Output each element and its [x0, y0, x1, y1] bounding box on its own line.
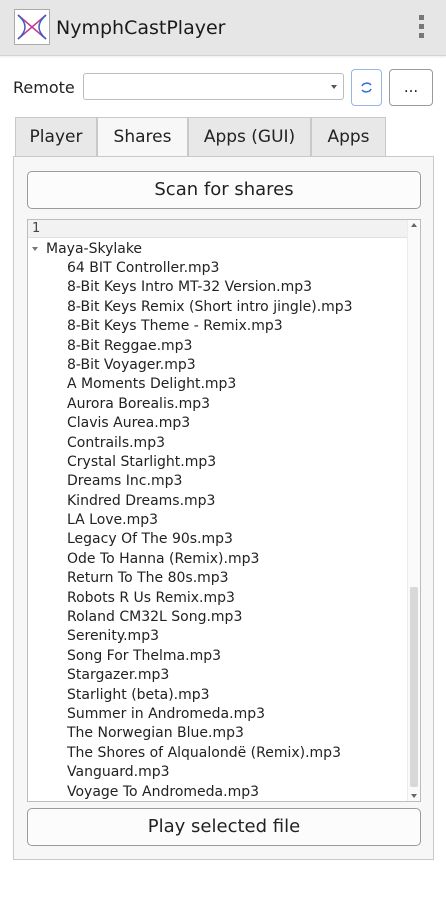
file-list-item[interactable]: Voyage To Andromeda.mp3 — [67, 783, 353, 801]
file-list-item[interactable]: 8-Bit Keys Theme - Remix.mp3 — [67, 317, 353, 336]
file-list-item[interactable]: 8-Bit Voyager.mp3 — [67, 356, 353, 375]
title-bar: NymphCastPlayer — [0, 0, 446, 56]
file-list-item[interactable]: 8-Bit Keys Intro MT-32 Version.mp3 — [67, 278, 353, 297]
file-list-item[interactable]: Aurora Borealis.mp3 — [67, 395, 353, 414]
file-list-item[interactable]: Serenity.mp3 — [67, 627, 353, 646]
tab-label: Apps — [327, 127, 370, 147]
file-list-item[interactable]: Contrails.mp3 — [67, 434, 353, 453]
remote-label: Remote — [13, 78, 75, 97]
tab-player[interactable]: Player — [15, 117, 97, 156]
tree-column-header: 1 — [28, 220, 408, 238]
file-list-item[interactable]: Stargazer.mp3 — [67, 666, 353, 685]
file-list-item[interactable]: Song For Thelma.mp3 — [67, 647, 353, 666]
file-list-item[interactable]: Robots R Us Remix.mp3 — [67, 589, 353, 608]
file-list-item[interactable]: Vanguard.mp3 — [67, 763, 353, 782]
file-list-item[interactable]: Roland CM32L Song.mp3 — [67, 608, 353, 627]
file-list-item[interactable]: Crystal Starlight.mp3 — [67, 453, 353, 472]
file-list-item[interactable]: Return To The 80s.mp3 — [67, 569, 353, 588]
tree-folder-item[interactable]: Maya-Skylake — [32, 240, 142, 259]
file-list-item[interactable]: Summer in Andromeda.mp3 — [67, 705, 353, 724]
nymphcast-logo-icon — [14, 9, 50, 45]
file-list-item[interactable]: Kindred Dreams.mp3 — [67, 492, 353, 511]
scroll-up-arrow-icon[interactable] — [411, 223, 417, 227]
file-list-item[interactable]: LA Love.mp3 — [67, 511, 353, 530]
expand-arrow-icon[interactable] — [32, 247, 38, 251]
remote-select[interactable] — [83, 73, 344, 100]
shares-tree[interactable]: 1 Maya-Skylake 64 BIT Controller.mp3 8-Bi… — [27, 219, 421, 802]
scroll-thumb[interactable] — [410, 587, 418, 787]
tab-label: Player — [29, 127, 83, 147]
file-list-item[interactable]: The Shores of Alqualondë (Remix).mp3 — [67, 744, 353, 763]
app-title: NymphCastPlayer — [56, 17, 226, 39]
kebab-menu-icon[interactable] — [416, 15, 426, 41]
more-button[interactable]: ... — [389, 69, 433, 106]
tab-apps-gui[interactable]: Apps (GUI) — [188, 117, 311, 156]
file-list-item[interactable]: 8-Bit Keys Remix (Short intro jingle).mp… — [67, 298, 353, 317]
tab-apps[interactable]: Apps — [311, 117, 386, 156]
file-list-item[interactable]: 8-Bit Reggae.mp3 — [67, 337, 353, 356]
tree-scrollbar[interactable] — [407, 220, 420, 801]
refresh-icon — [361, 82, 372, 93]
scan-shares-button[interactable]: Scan for shares — [27, 171, 421, 209]
file-list-item[interactable]: 64 BIT Controller.mp3 — [67, 259, 353, 278]
play-selected-file-button[interactable]: Play selected file — [27, 808, 421, 846]
tab-label: Apps (GUI) — [203, 127, 296, 147]
tab-label: Shares — [113, 127, 172, 147]
file-list-item[interactable]: Dreams Inc.mp3 — [67, 472, 353, 491]
file-list-item[interactable]: A Moments Delight.mp3 — [67, 375, 353, 394]
file-list-item[interactable]: Starlight (beta).mp3 — [67, 686, 353, 705]
folder-label: Maya-Skylake — [46, 241, 143, 257]
file-list-item[interactable]: Legacy Of The 90s.mp3 — [67, 530, 353, 549]
refresh-button[interactable] — [351, 69, 382, 106]
file-list-item[interactable]: Ode To Hanna (Remix).mp3 — [67, 550, 353, 569]
file-list-item[interactable]: Clavis Aurea.mp3 — [67, 414, 353, 433]
file-list: 64 BIT Controller.mp3 8-Bit Keys Intro MT… — [67, 259, 353, 801]
file-list-item[interactable]: The Norwegian Blue.mp3 — [67, 724, 353, 743]
tab-shares[interactable]: Shares — [97, 117, 188, 157]
chevron-down-icon — [331, 85, 337, 89]
scroll-down-arrow-icon[interactable] — [411, 794, 417, 798]
